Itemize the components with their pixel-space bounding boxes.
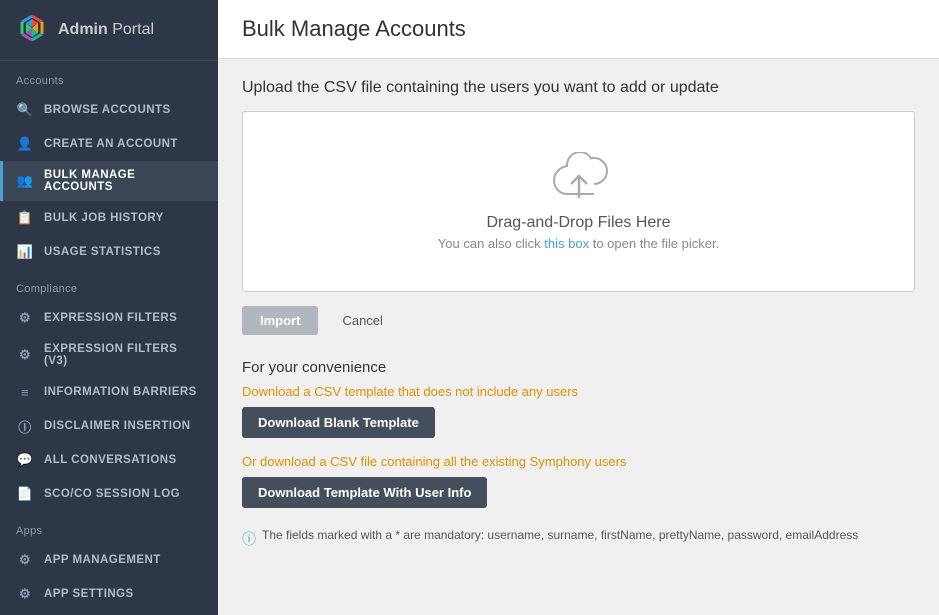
barrier-icon: ≡ (16, 383, 34, 401)
sidebar-item-label: BULK JOB HISTORY (44, 212, 164, 224)
document-icon: 📄 (16, 485, 34, 503)
sidebar-item-expression-filters[interactable]: ⚙ EXPRESSION FILTERS (0, 301, 218, 335)
userinfo-template-desc: Or download a CSV file containing all th… (242, 454, 915, 469)
download-blank-template-button[interactable]: Download Blank Template (242, 407, 435, 438)
logo-text: Admin Portal (58, 21, 154, 39)
chat-icon: 💬 (16, 451, 34, 469)
sidebar-item-label: INFORMATION BARRIERS (44, 386, 197, 398)
sidebar-item-browse-accounts[interactable]: 🔍 BROWSE ACCOUNTS (0, 93, 218, 127)
sidebar-compliance-section: Compliance ⚙ EXPRESSION FILTERS ⚙ EXPRES… (0, 269, 218, 511)
sidebar-item-app-settings[interactable]: ⚙ APP SETTINGS (0, 577, 218, 611)
apps-section-label: Apps (0, 511, 218, 543)
drop-zone-main-text: Drag-and-Drop Files Here (486, 214, 670, 232)
sidebar-item-bulk-manage[interactable]: 👥 BULK MANAGE ACCOUNTS (0, 161, 218, 201)
info-icon: ⓘ (16, 417, 34, 435)
convenience-title: For your convenience (242, 359, 915, 376)
sidebar-item-disclaimer-insertion[interactable]: ⓘ DISCLAIMER INSERTION (0, 409, 218, 443)
mandatory-fields-note: ⓘ The fields marked with a * are mandato… (242, 528, 915, 549)
download-userinfo-template-button[interactable]: Download Template With User Info (242, 477, 487, 508)
import-button[interactable]: Import (242, 306, 318, 335)
search-icon: 🔍 (16, 101, 34, 119)
sidebar-item-label: BROWSE ACCOUNTS (44, 104, 171, 116)
apps-icon: ⚙ (16, 551, 34, 569)
sidebar-item-information-barriers[interactable]: ≡ INFORMATION BARRIERS (0, 375, 218, 409)
sidebar-item-label: USAGE STATISTICS (44, 246, 161, 258)
sidebar-logo: Admin Portal (0, 0, 218, 61)
sidebar-item-create-account[interactable]: 👤 CREATE AN ACCOUNT (0, 127, 218, 161)
main-body: Upload the CSV file containing the users… (218, 59, 939, 615)
sidebar-item-label: SCO/CO SESSION LOG (44, 488, 180, 500)
blank-template-desc: Download a CSV template that does not in… (242, 384, 915, 399)
sidebar-item-expression-filters-v3[interactable]: ⚙ EXPRESSION FILTERS (V3) (0, 335, 218, 375)
sidebar-item-sco-session-log[interactable]: 📄 SCO/CO SESSION LOG (0, 477, 218, 511)
sidebar-accounts-section: Accounts 🔍 BROWSE ACCOUNTS 👤 CREATE AN A… (0, 61, 218, 269)
sidebar-item-label: APP SETTINGS (44, 588, 134, 600)
user-icon: 👤 (16, 135, 34, 153)
sidebar-item-label: APP MANAGEMENT (44, 554, 161, 566)
sidebar-item-all-conversations[interactable]: 💬 ALL CONVERSATIONS (0, 443, 218, 477)
sidebar-item-app-management[interactable]: ⚙ APP MANAGEMENT (0, 543, 218, 577)
file-drop-zone[interactable]: Drag-and-Drop Files Here You can also cl… (242, 111, 915, 292)
sidebar: Admin Portal Accounts 🔍 BROWSE ACCOUNTS … (0, 0, 218, 615)
sidebar-apps-section: Apps ⚙ APP MANAGEMENT ⚙ APP SETTINGS (0, 511, 218, 611)
gear-icon: ⚙ (16, 309, 34, 327)
cancel-button[interactable]: Cancel (328, 306, 396, 335)
settings-icon: ⚙ (16, 585, 34, 603)
sidebar-item-usage-statistics[interactable]: 📊 USAGE STATISTICS (0, 235, 218, 269)
gear-icon: ⚙ (16, 346, 34, 364)
page-title: Bulk Manage Accounts (242, 16, 915, 42)
sidebar-item-label: EXPRESSION FILTERS (44, 312, 177, 324)
sidebar-item-label: CREATE AN ACCOUNT (44, 138, 178, 150)
drop-zone-sub-text: You can also click this box to open the … (438, 236, 719, 251)
info-circle-icon: ⓘ (242, 529, 256, 549)
app-logo-icon (16, 14, 48, 46)
action-buttons: Import Cancel (242, 306, 915, 335)
mandatory-note-text: The fields marked with a * are mandatory… (262, 528, 858, 542)
clipboard-icon: 📋 (16, 209, 34, 227)
compliance-section-label: Compliance (0, 269, 218, 301)
sidebar-item-label: BULK MANAGE ACCOUNTS (44, 169, 202, 193)
sidebar-item-label: ALL CONVERSATIONS (44, 454, 177, 466)
chart-icon: 📊 (16, 243, 34, 261)
file-picker-link[interactable]: this box (544, 236, 589, 251)
sidebar-item-label: DISCLAIMER INSERTION (44, 420, 191, 432)
group-icon: 👥 (16, 172, 34, 190)
upload-instruction: Upload the CSV file containing the users… (242, 79, 915, 97)
accounts-section-label: Accounts (0, 61, 218, 93)
main-header: Bulk Manage Accounts (218, 0, 939, 59)
main-content: Bulk Manage Accounts Upload the CSV file… (218, 0, 939, 615)
convenience-section: For your convenience Download a CSV temp… (242, 359, 915, 549)
sidebar-item-label: EXPRESSION FILTERS (V3) (44, 343, 202, 367)
sidebar-item-bulk-job-history[interactable]: 📋 BULK JOB HISTORY (0, 201, 218, 235)
cloud-upload-icon (549, 152, 609, 202)
